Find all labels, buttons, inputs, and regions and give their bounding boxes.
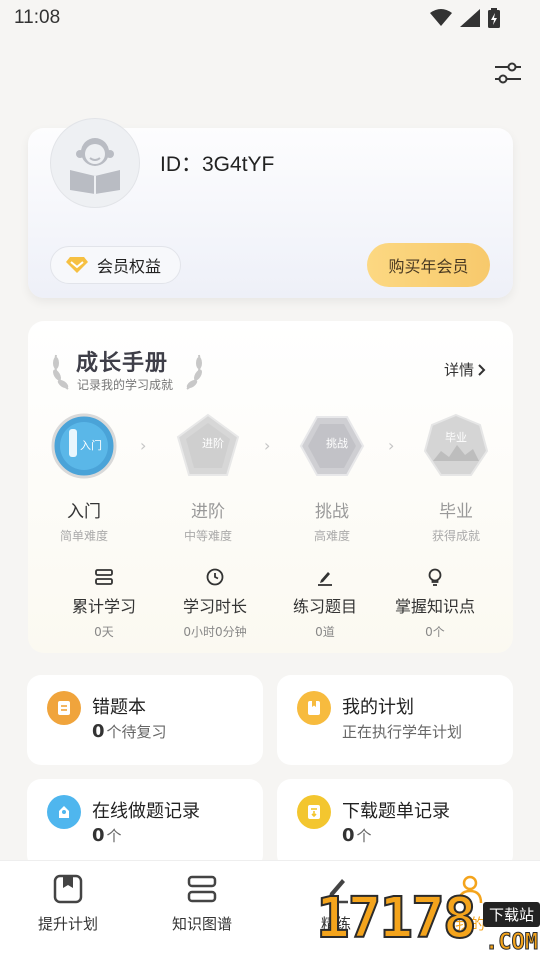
my-plan-tile[interactable]: 我的计划 正在执行学年计划 [277,675,513,765]
tile-subtitle: 0个 [92,825,122,846]
chevron-right-icon [478,363,486,376]
watermark-tag: 下载站 [482,902,540,927]
download-list-record-tile[interactable]: 下载题单记录 0个 [277,779,513,869]
level-name: 毕业 [439,502,473,522]
stat-knowledge-points: 掌握知识点 0个 [380,567,490,640]
level-difficulty: 高难度 [313,529,350,543]
status-bar: 11:08 [0,0,540,36]
download-doc-icon [297,795,331,829]
tile-suffix: 正在执行学年计划 [342,723,463,741]
laurel-left-icon [53,354,69,390]
user-id: ID：3G4tYF [160,153,275,176]
stat-label: 累计学习 [71,597,136,616]
stat-study-duration: 学习时长 0小时0分钟 [160,567,270,640]
details-label: 详情 [444,361,475,379]
online-practice-record-tile[interactable]: 在线做题记录 0个 [27,779,263,869]
bulb-icon [428,568,442,586]
level-beginner[interactable]: 入门 入门 简单难度 [39,413,129,544]
watermark-domain: .COM [485,930,539,956]
tab-label: 知识图谱 [171,915,232,933]
tab-knowledge-graph[interactable]: 知识图谱 [152,871,252,934]
wifi-icon [430,9,452,26]
level-challenge[interactable]: 挑战 挑战 高难度 [287,413,377,544]
watermark-logo: 17178 下载站 .COM [315,880,540,960]
stat-value: 0道 [315,625,335,639]
stat-value: 0天 [94,625,114,639]
tile-subtitle: 正在执行学年计划 [342,721,462,742]
stat-value: 0小时0分钟 [183,625,247,639]
status-time: 11:08 [14,7,61,28]
tile-subtitle: 0个 [342,825,372,846]
badge-advanced-icon: 进阶 [176,413,240,476]
tile-count: 0 [92,721,105,742]
chevron-right-icon: › [264,436,271,455]
tab-label: 提升计划 [37,915,98,933]
bookmark-book-icon [53,874,83,904]
stat-label: 学习时长 [182,597,247,616]
stat-total-study: 累计学习 0天 [49,567,159,640]
settings-button[interactable] [493,60,523,86]
wrong-questions-tile[interactable]: 错题本 0 个待复习 [27,675,263,765]
member-benefits-label: 会员权益 [97,257,162,276]
layers-icon [187,875,217,903]
tile-suffix: 个待复习 [106,723,167,741]
tile-title: 我的计划 [342,697,414,718]
diamond-icon [66,257,88,273]
battery-icon [488,8,500,28]
sliders-icon [495,62,521,84]
growth-subtitle: 记录我的学习成就 [77,378,174,392]
growth-title: 成长手册 [76,351,169,376]
stack-icon [95,569,113,585]
stat-label: 掌握知识点 [394,597,475,616]
badge-challenge-icon: 挑战 [299,416,365,476]
pen-icon [318,572,332,586]
level-name: 进阶 [191,502,225,522]
chevron-right-icon: › [388,436,395,455]
badge-beginner-text: 入门 [80,438,102,452]
pen-tag-icon [47,795,81,829]
level-difficulty: 简单难度 [59,529,108,543]
avatar[interactable] [50,118,140,208]
clock-icon [206,568,224,586]
badge-graduate-text: 毕业 [445,431,467,444]
tile-title: 在线做题记录 [92,801,200,822]
tile-title: 错题本 [92,697,146,718]
tile-count: 0 [342,825,355,846]
level-name: 挑战 [315,502,349,522]
level-graduate[interactable]: 毕业 毕业 获得成就 [411,413,501,544]
notebook-icon [47,691,81,725]
chevron-right-icon: › [140,436,147,455]
stat-label: 练习题目 [292,597,357,616]
avatar-reader-icon [70,138,120,194]
bookmark-icon [297,691,331,725]
profile-card: ID：3G4tYF 会员权益 购买年会员 [28,118,513,298]
tile-count: 0 [92,825,105,846]
growth-details-link[interactable]: 详情 [444,359,486,380]
growth-handbook-card: 成长手册 记录我的学习成就 详情 入门 入门 简单难度 › 进阶 进阶 中等难度… [28,321,513,653]
stat-practice-questions: 练习题目 0道 [270,567,380,640]
level-name: 入门 [67,502,101,522]
tile-title: 下载题单记录 [342,801,450,822]
stat-value: 0个 [425,625,445,639]
laurel-right-icon [186,354,202,390]
level-difficulty: 中等难度 [183,529,232,543]
badge-graduate-icon: 毕业 [423,413,489,476]
tile-suffix: 个 [356,827,372,845]
level-advanced[interactable]: 进阶 进阶 中等难度 [163,413,253,544]
signal-icon [460,9,480,27]
tab-improvement-plan[interactable]: 提升计划 [18,871,118,934]
badge-advanced-text: 进阶 [202,436,224,450]
watermark-number: 17178 [315,885,478,952]
buy-membership-button[interactable]: 购买年会员 [367,243,490,287]
tile-subtitle: 0 个待复习 [92,721,167,742]
level-difficulty: 获得成就 [431,529,480,543]
badge-challenge-text: 挑战 [326,436,348,450]
badge-beginner-icon: 入门 [51,413,117,479]
member-benefits-button[interactable]: 会员权益 [50,246,181,284]
tile-suffix: 个 [106,827,122,845]
status-icons [430,8,500,28]
